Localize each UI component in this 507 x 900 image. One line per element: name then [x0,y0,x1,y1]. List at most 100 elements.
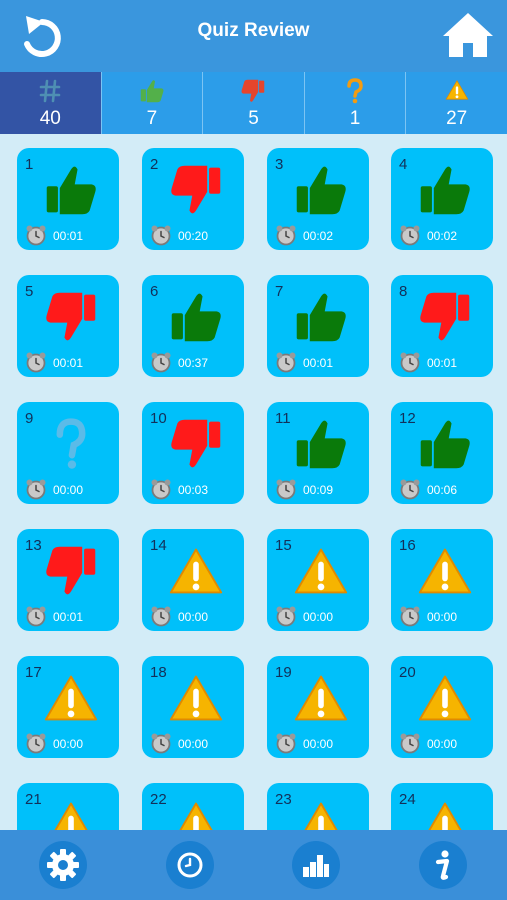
alarm-clock-icon [151,352,171,373]
question-tile[interactable]: 8 00:01 [391,275,493,377]
alarm-clock-icon [151,606,171,627]
thumbs-up-icon [420,166,470,215]
question-tile[interactable]: 7 00:01 [267,275,369,377]
summary-stats: 40 7 5 1 27 [0,72,507,134]
result-indicator [293,289,349,345]
timer-indicator [275,478,297,500]
home-button[interactable] [441,10,495,60]
question-tile[interactable]: 15 00:00 [267,529,369,631]
thumbs-up-icon [296,420,346,469]
result-indicator [168,797,224,830]
question-number: 10 [150,410,167,427]
question-tile[interactable]: 21 [17,783,119,830]
alarm-clock-icon [400,225,420,246]
result-indicator [43,162,99,218]
question-tile[interactable]: 1 00:01 [17,148,119,250]
question-tile[interactable]: 23 [267,783,369,830]
timer-indicator [399,351,421,373]
timer-indicator [275,224,297,246]
thumbs-up-icon [296,166,346,215]
thumbs-down-icon [171,165,221,214]
question-tile[interactable]: 19 00:00 [267,656,369,758]
result-indicator [168,543,224,599]
question-time: 00:01 [427,356,458,370]
question-tile[interactable]: 18 00:00 [142,656,244,758]
alarm-clock-icon [400,352,420,373]
result-indicator [417,543,473,599]
question-number: 9 [25,410,34,427]
timer-indicator [275,351,297,373]
stat-total-value: 40 [39,108,61,129]
info-icon [435,850,450,880]
question-tile[interactable]: 16 00:00 [391,529,493,631]
question-number: 12 [399,410,416,427]
info-button[interactable] [419,841,467,889]
question-tile[interactable]: 22 [142,783,244,830]
stat-unanswered[interactable]: 27 [405,72,507,134]
question-time: 00:06 [427,483,458,497]
gear-icon [47,849,79,881]
warning-icon [294,548,348,594]
question-number: 6 [150,283,159,300]
result-indicator [293,670,349,726]
settings-button[interactable] [39,841,87,889]
thumbs-down-icon [242,79,265,102]
question-tile[interactable]: 14 00:00 [142,529,244,631]
question-number: 8 [399,283,408,300]
question-time: 00:02 [303,229,334,243]
result-indicator [417,416,473,472]
question-tile[interactable]: 6 00:37 [142,275,244,377]
question-tile[interactable]: 20 00:00 [391,656,493,758]
warning-icon [294,675,348,721]
stat-wrong[interactable]: 5 [202,72,304,134]
thumbs-down-icon [420,292,470,341]
alarm-clock-icon [400,479,420,500]
question-tile[interactable]: 12 00:06 [391,402,493,504]
question-tile[interactable]: 11 00:09 [267,402,369,504]
thumbs-up-icon [140,80,164,103]
alarm-clock-icon [26,225,46,246]
question-tile[interactable]: 17 00:00 [17,656,119,758]
timer-indicator [150,605,172,627]
question-time: 00:00 [303,737,334,751]
question-tile[interactable]: 9 00:00 [17,402,119,504]
stat-skipped-value: 1 [349,108,361,129]
thumbs-down-icon [46,292,96,341]
warning-icon [179,802,213,830]
alarm-clock-icon [151,733,171,754]
result-indicator [293,162,349,218]
question-time: 00:01 [53,229,84,243]
question-icon [56,418,86,469]
question-number: 7 [275,283,284,300]
question-tile[interactable]: 13 00:01 [17,529,119,631]
question-time: 00:01 [303,356,334,370]
hash-icon [39,79,61,103]
stat-correct[interactable]: 7 [100,72,203,134]
timer-indicator [150,478,172,500]
question-tile[interactable]: 3 00:02 [267,148,369,250]
stat-skipped[interactable]: 1 [303,72,406,134]
question-number: 3 [275,156,284,173]
alarm-clock-icon [151,225,171,246]
question-tile[interactable]: 2 00:20 [142,148,244,250]
question-time: 00:00 [53,737,84,751]
stat-total[interactable]: 40 [0,72,101,134]
clock-icon [177,852,203,878]
question-number: 21 [25,791,42,808]
question-number: 14 [150,537,167,554]
warning-icon [418,548,472,594]
timer-indicator [399,732,421,754]
result-indicator [417,670,473,726]
result-indicator [417,289,473,345]
history-button[interactable] [166,841,214,889]
alarm-clock-icon [276,479,296,500]
question-tile[interactable]: 4 00:02 [391,148,493,250]
question-tile[interactable]: 5 00:01 [17,275,119,377]
question-time: 00:00 [427,610,458,624]
question-tile[interactable]: 24 [391,783,493,830]
statistics-button[interactable] [292,841,340,889]
timer-indicator [150,351,172,373]
question-time: 00:37 [178,356,209,370]
result-indicator [43,670,99,726]
question-tile[interactable]: 10 00:03 [142,402,244,504]
